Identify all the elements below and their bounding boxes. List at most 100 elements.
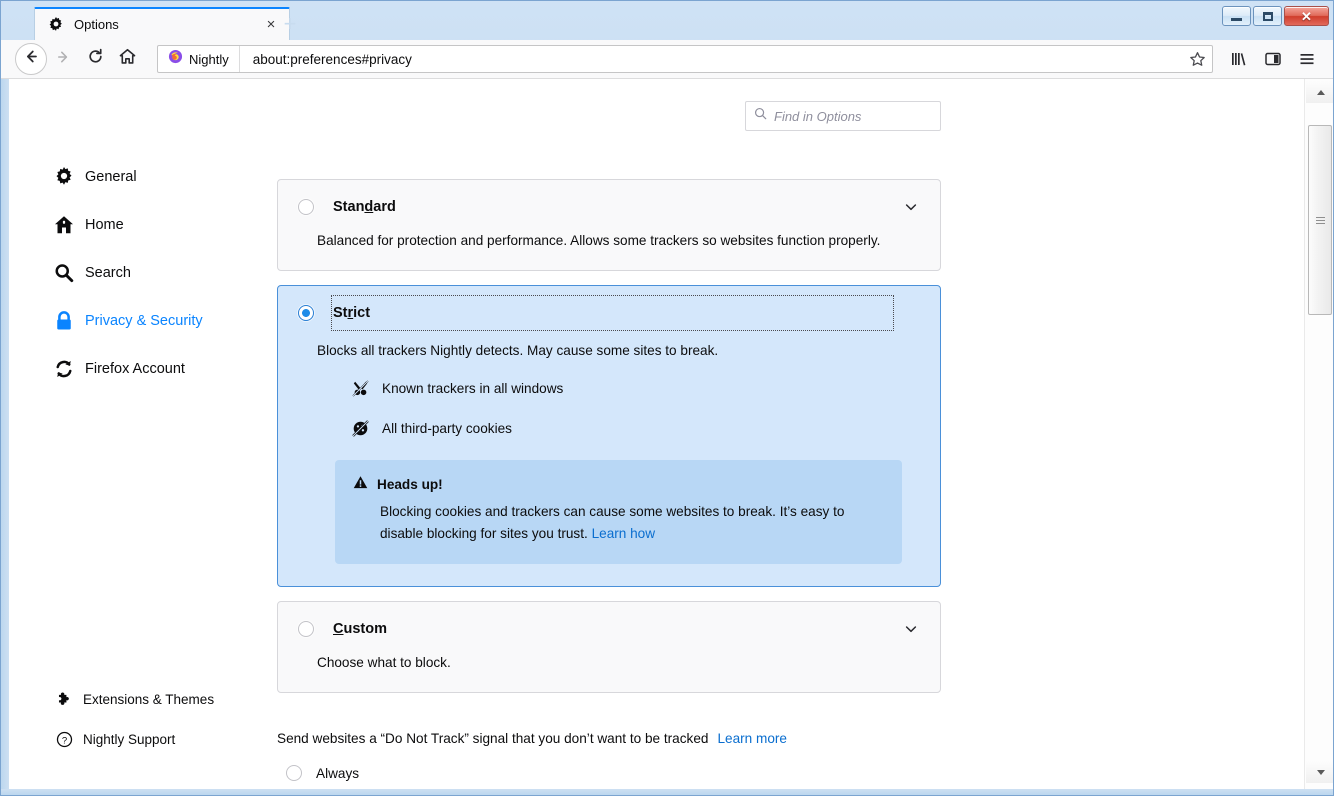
cookie-blocked-icon [352,420,369,437]
radio-standard[interactable] [298,199,314,215]
sidebar-item-label: Nightly Support [83,731,176,747]
sidebar-item-label: Home [85,217,124,233]
home-button[interactable] [111,43,143,75]
card-custom[interactable]: Custom Choose what to block. [277,600,941,693]
hamburger-menu-icon[interactable] [1291,44,1323,74]
close-window-button[interactable]: ✕ [1284,6,1329,26]
window-bottom-edge [1,789,1333,795]
card-standard-header: Standard [298,196,920,218]
warning-triangle-icon [353,475,368,493]
gear-icon [54,167,74,187]
focus-outline [331,295,894,332]
firefox-nightly-icon [168,49,183,69]
navigation-toolbar: Nightly about:preferences#privacy [1,40,1333,79]
scrollbar-thumb[interactable] [1308,125,1332,315]
arrow-down-icon [1316,769,1325,775]
reload-button[interactable] [79,43,111,75]
identity-label: Nightly [189,51,229,67]
svg-text:?: ? [62,735,67,746]
card-custom-title: Custom [333,620,387,637]
window-left-edge [1,79,9,795]
feature-label: Known trackers in all windows [382,381,564,397]
sidebar-item-label: Privacy & Security [85,313,203,329]
feature-known-trackers: Known trackers in all windows [352,380,920,397]
strict-feature-list: Known trackers in all windows All third-… [352,380,920,437]
scroll-up-button[interactable] [1306,81,1333,103]
chevron-down-icon[interactable] [902,620,920,638]
radio-always[interactable] [286,765,302,781]
url-input[interactable]: about:preferences#privacy [240,52,1182,67]
chevron-down-icon[interactable] [902,198,920,216]
card-custom-description: Choose what to block. [317,654,451,670]
radio-strict[interactable] [298,305,314,322]
tab-title: Options [74,17,119,32]
close-icon: ✕ [1301,8,1312,24]
title-bar: Options × + ✕ [1,1,1333,40]
scroll-down-button[interactable] [1306,761,1333,783]
feature-label: All third-party cookies [382,421,512,437]
arrow-up-icon [1316,89,1325,95]
sidebar-item-privacy-security[interactable]: Privacy & Security [1,305,251,337]
card-strict[interactable]: Strict Blocks all trackers Nightly detec… [277,285,941,587]
browser-tab-options[interactable]: Options × [34,7,290,40]
reload-icon [87,48,104,70]
minimize-icon [1231,18,1242,21]
browser-window: Options × + ✕ Nightly about:preferences#… [0,0,1334,796]
home-icon [54,215,74,235]
back-button[interactable] [15,43,47,75]
bookmark-star-icon[interactable] [1182,46,1212,72]
content-blocking-cards: Standard Balanced for protection and per… [277,179,941,707]
sidebar-item-firefox-account[interactable]: Firefox Account [1,353,251,385]
card-standard-title: Standard [333,199,396,215]
sidebar-item-label: General [85,169,137,185]
warning-body: Blocking cookies and trackers can cause … [380,501,884,546]
sidebar-item-nightly-support[interactable]: ? Nightly Support [1,725,251,753]
radio-custom[interactable] [298,620,314,637]
preferences-sidebar: General Home Search Privacy & Security F… [1,79,251,795]
search-icon [54,263,74,283]
do-not-track-text: Send websites a “Do Not Track” signal th… [277,731,709,746]
vertical-scrollbar[interactable] [1304,79,1333,795]
sidebar-bottom-list: Extensions & Themes ? Nightly Support [1,685,251,765]
do-not-track-always-option[interactable]: Always [277,765,977,781]
gear-icon [47,16,65,34]
card-strict-description: Blocks all trackers Nightly detects. May… [317,343,719,359]
minimize-button[interactable] [1222,6,1251,26]
card-standard[interactable]: Standard Balanced for protection and per… [277,179,941,272]
sidebar-item-general[interactable]: General [1,161,251,193]
sidebar-item-label: Firefox Account [85,361,185,377]
maximize-button[interactable] [1253,6,1282,26]
address-bar[interactable]: Nightly about:preferences#privacy [157,45,1213,73]
question-circle-icon: ? [56,731,73,748]
identity-box[interactable]: Nightly [158,46,240,72]
grip-icon [1315,215,1325,226]
heads-up-warning: Heads up! Blocking cookies and trackers … [335,460,902,564]
warning-header: Heads up! [353,475,884,493]
card-standard-description: Balanced for protection and performance.… [317,233,881,248]
sidebar-item-label: Extensions & Themes [83,691,215,707]
library-icon[interactable] [1223,44,1255,74]
sidebar-item-label: Search [85,265,131,281]
sidebar-item-extensions-themes[interactable]: Extensions & Themes [1,685,251,713]
toolbar-icon-group [1223,44,1325,74]
arrow-right-icon [55,49,71,70]
learn-more-link[interactable]: Learn more [717,731,787,746]
learn-how-link[interactable]: Learn how [592,526,655,541]
sidebar-icon[interactable] [1257,44,1289,74]
page-scroll-area: Find in Options General Home Search Priv… [1,79,1304,795]
puzzle-icon [56,691,73,708]
window-caption-buttons: ✕ [1222,6,1329,26]
maximize-icon [1262,11,1273,21]
sidebar-item-search[interactable]: Search [1,257,251,289]
forward-button[interactable] [47,43,79,75]
card-custom-header: Custom [298,618,920,640]
do-not-track-section: Send websites a “Do Not Track” signal th… [277,731,977,781]
new-tab-button[interactable]: + [275,10,305,38]
preferences-page: Find in Options General Home Search Priv… [1,79,1333,795]
radio-always-label: Always [316,765,360,781]
sync-icon [54,359,74,379]
lock-icon [54,311,74,331]
sidebar-item-home[interactable]: Home [1,209,251,241]
home-icon [119,48,136,70]
sidebar-nav-list: General Home Search Privacy & Security F… [1,161,251,401]
